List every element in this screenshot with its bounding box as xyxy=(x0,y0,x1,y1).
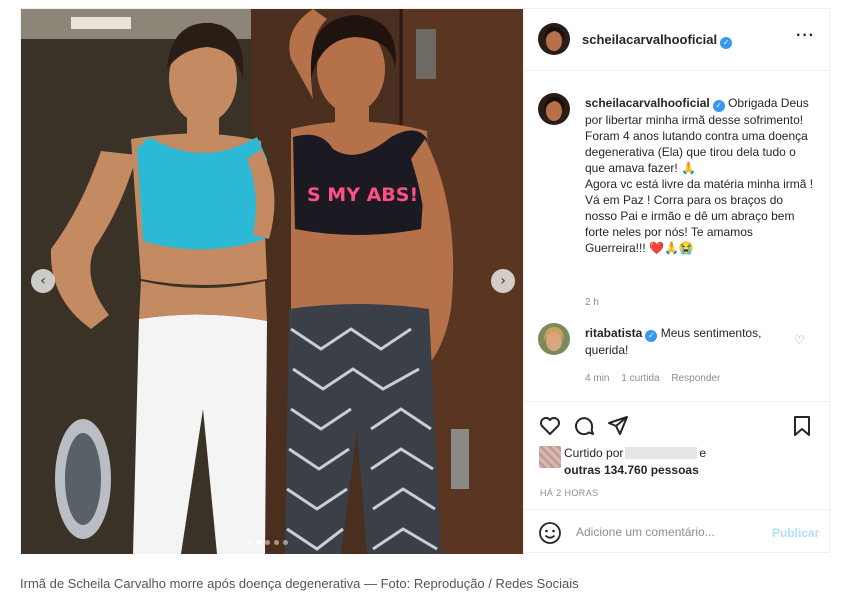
carousel-dots xyxy=(247,540,288,545)
comment-input[interactable] xyxy=(576,525,756,539)
post-actions: Curtido por e outras 134.760 pessoas HÁ 2… xyxy=(524,401,830,501)
caption-body: Obrigada Deus por libertar minha irmã de… xyxy=(585,96,814,255)
post-date[interactable]: HÁ 2 HORAS xyxy=(540,488,599,498)
avatar[interactable] xyxy=(538,323,570,355)
blurred-username xyxy=(625,447,698,459)
post-header: scheilacarvalhooficial ✓ ··· xyxy=(524,9,830,71)
carousel-dot xyxy=(256,540,261,545)
carousel-dot xyxy=(265,540,270,545)
photo-illustration: S MY ABS! xyxy=(21,9,523,554)
more-horizontal-icon[interactable]: ··· xyxy=(796,27,815,45)
bookmark-icon[interactable] xyxy=(790,414,814,438)
post-author[interactable]: scheilacarvalhooficial ✓ xyxy=(582,32,733,49)
post-photo[interactable]: S MY ABS! ‹ › xyxy=(21,9,523,554)
comment-meta: 4 min 1 curtida Responder xyxy=(585,373,729,384)
instagram-post: S MY ABS! ‹ › scheilacarvalhooficial ✓ ··… xyxy=(20,8,831,554)
caption-text: scheilacarvalhooficial ✓ Obrigada Deus po… xyxy=(585,95,815,256)
comment-item: ritabatista ✓ Meus sentimentos, querida! … xyxy=(524,311,830,401)
liked-by-text: Curtido por e xyxy=(564,446,707,460)
comment-likes[interactable]: 1 curtida xyxy=(621,373,659,384)
verified-badge-icon: ✓ xyxy=(645,330,658,342)
publish-button[interactable]: Publicar xyxy=(772,526,819,540)
comment-username[interactable]: ritabatista xyxy=(585,326,642,340)
verified-badge-icon: ✓ xyxy=(712,100,725,112)
previous-photo-button[interactable]: ‹ xyxy=(31,269,55,293)
carousel-dot xyxy=(247,540,252,545)
heart-icon[interactable] xyxy=(538,414,562,438)
comment-icon[interactable] xyxy=(572,414,596,438)
caption-username[interactable]: scheilacarvalhooficial xyxy=(585,96,710,110)
comment-time[interactable]: 4 min xyxy=(585,373,609,384)
comment-text: ritabatista ✓ Meus sentimentos, querida! xyxy=(585,325,785,358)
comment-reply-button[interactable]: Responder xyxy=(671,373,720,384)
verified-badge-icon: ✓ xyxy=(720,37,733,49)
photo-credit-caption: Irmã de Scheila Carvalho morre após doen… xyxy=(20,576,579,591)
carousel-dot xyxy=(283,540,288,545)
next-photo-button[interactable]: › xyxy=(491,269,515,293)
post-caption: scheilacarvalhooficial ✓ Obrigada Deus po… xyxy=(524,71,830,311)
add-comment-bar: Publicar xyxy=(524,509,830,554)
heart-outline-icon[interactable]: ♡ xyxy=(794,333,805,347)
carousel-dot xyxy=(274,540,279,545)
emoji-icon[interactable] xyxy=(538,521,562,545)
likes-count[interactable]: outras 134.760 pessoas xyxy=(564,463,699,477)
share-icon[interactable] xyxy=(606,414,630,438)
chevron-right-icon: › xyxy=(500,273,506,289)
caption-timestamp[interactable]: 2 h xyxy=(585,297,599,308)
shirt-text: S MY ABS! xyxy=(307,184,418,206)
avatar[interactable] xyxy=(538,93,570,125)
post-side-panel: scheilacarvalhooficial ✓ ··· scheilacarva… xyxy=(523,9,831,554)
avatar[interactable] xyxy=(538,23,570,55)
chevron-left-icon: ‹ xyxy=(40,273,46,289)
liked-by-avatar[interactable] xyxy=(539,446,561,468)
